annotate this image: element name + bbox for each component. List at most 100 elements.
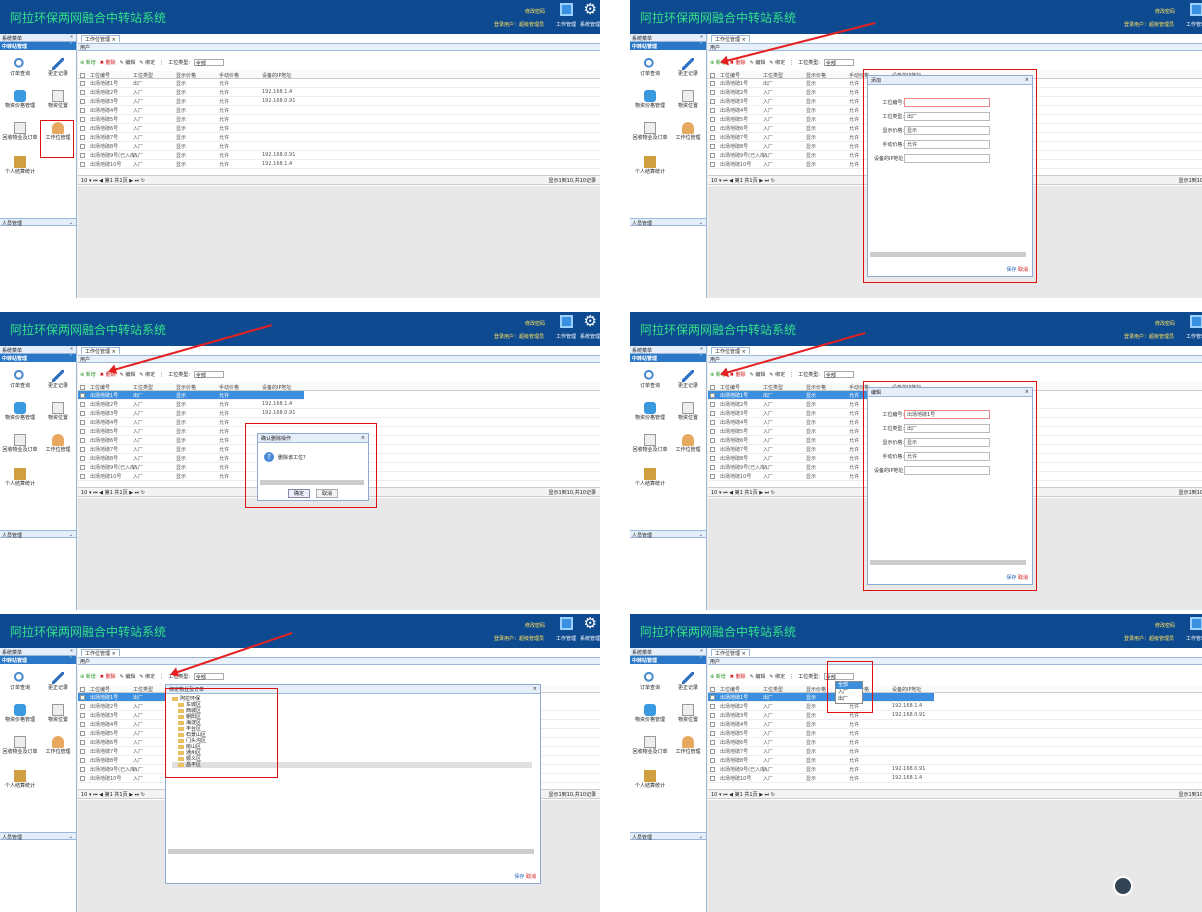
sidebar-item-1[interactable]: 更正记录 (40, 58, 76, 77)
row-checkbox[interactable] (710, 411, 715, 416)
header-checkbox[interactable] (710, 385, 715, 390)
filter-select[interactable]: 全部 (824, 59, 854, 66)
sidebar-section[interactable]: 中转站管理⌃ (630, 354, 706, 362)
table-row[interactable]: 出场地磅8号入厂显示允许 (708, 756, 1202, 765)
change-password-link[interactable]: 修改密码 (525, 622, 545, 629)
sidebar-item-2[interactable]: 物资价格管理 (632, 704, 668, 723)
cancel-button[interactable]: 取消 (526, 874, 536, 880)
work-button[interactable]: 工作管理 (1184, 3, 1202, 28)
sidebar-item-5[interactable]: 工作位管理 (40, 434, 76, 453)
collapse-icon[interactable]: « (700, 648, 703, 654)
bind-button[interactable]: ✎ 绑定 (139, 372, 155, 378)
collapse-icon[interactable]: « (70, 34, 73, 40)
edit-button[interactable]: ✎ 编辑 (120, 674, 136, 680)
chevron-up-icon[interactable]: ⌃ (699, 354, 703, 360)
row-checkbox[interactable] (80, 740, 85, 745)
column-header[interactable]: 工位编号 (720, 72, 740, 79)
system-button[interactable]: ⚙系统管理 (578, 3, 600, 28)
collapse-icon[interactable]: « (700, 34, 703, 40)
add-button[interactable]: ⊕ 新增 (80, 372, 96, 378)
sidebar-item-0[interactable]: 订单查询 (2, 58, 38, 77)
sidebar-item-2[interactable]: 物资价格管理 (2, 90, 38, 109)
row-checkbox[interactable] (710, 429, 715, 434)
row-checkbox[interactable] (710, 447, 715, 452)
table-row[interactable]: 出场地磅2号入厂显示允许192.168.1.4 (78, 88, 600, 97)
sidebar-item-6[interactable]: 个人结算统计 (632, 156, 668, 175)
column-header[interactable]: 工位类型 (133, 686, 153, 693)
sidebar-item-2[interactable]: 物资价格管理 (632, 90, 668, 109)
table-row[interactable]: 出场地磅3号入厂显示允许192.168.0.91 (708, 711, 1202, 720)
row-checkbox[interactable] (710, 144, 715, 149)
row-checkbox[interactable] (80, 731, 85, 736)
bind-button[interactable]: ✎ 绑定 (769, 674, 785, 680)
table-row[interactable]: 出场地磅1号出厂显示允许 (78, 79, 600, 88)
sidebar-item-4[interactable]: 回收物业及订单 (2, 122, 38, 141)
column-header[interactable]: 工位编号 (720, 384, 740, 391)
sidebar-item-2[interactable]: 物资价格管理 (2, 704, 38, 723)
change-password-link[interactable]: 修改密码 (525, 8, 545, 15)
sidebar-item-6[interactable]: 个人结算统计 (632, 468, 668, 487)
delete-button[interactable]: ✖ 删除 (730, 674, 746, 680)
header-checkbox[interactable] (80, 73, 85, 78)
row-checkbox[interactable] (80, 153, 85, 158)
column-header[interactable]: 显示价格 (806, 384, 826, 391)
row-checkbox[interactable] (710, 438, 715, 443)
sidebar-item-5[interactable]: 工作位管理 (40, 736, 76, 755)
row-checkbox[interactable] (80, 776, 85, 781)
sidebar-item-2[interactable]: 物资价格管理 (632, 402, 668, 421)
work-button[interactable]: 工作管理 (554, 617, 578, 642)
column-header[interactable]: 工位类型 (763, 72, 783, 79)
refresh-icon[interactable]: ↻ (771, 792, 775, 798)
tab-work-position[interactable]: 工作位管理 × (711, 347, 750, 354)
chevron-up-icon[interactable]: ⌃ (69, 42, 73, 48)
personnel-section[interactable]: 人员管理⌄ (0, 832, 76, 840)
row-checkbox[interactable] (80, 135, 85, 140)
close-icon[interactable]: × (533, 686, 537, 692)
row-checkbox[interactable] (710, 420, 715, 425)
table-row[interactable]: 出场地磅7号入厂显示允许 (78, 133, 600, 142)
edit-button[interactable]: ✎ 编辑 (750, 372, 766, 378)
sidebar-item-4[interactable]: 回收物业及订单 (632, 434, 668, 453)
sidebar-item-5[interactable]: 工作位管理 (670, 736, 706, 755)
refresh-icon[interactable]: ↻ (771, 178, 775, 184)
dialog-scrollbar[interactable] (168, 849, 534, 854)
table-row[interactable]: 出场地磅5号入厂显示允许 (78, 115, 600, 124)
column-header[interactable]: 设备的IP地址 (262, 384, 292, 391)
row-checkbox[interactable] (710, 731, 715, 736)
row-checkbox[interactable] (80, 767, 85, 772)
row-checkbox[interactable] (80, 117, 85, 122)
row-checkbox[interactable] (80, 429, 85, 434)
change-password-link[interactable]: 修改密码 (1155, 320, 1175, 327)
sidebar-item-1[interactable]: 更正记录 (40, 370, 76, 389)
work-button[interactable]: 工作管理 (554, 3, 578, 28)
column-header[interactable]: 显示价格 (176, 384, 196, 391)
row-checkbox[interactable] (710, 749, 715, 754)
tab-work-position[interactable]: 工作位管理 × (81, 649, 120, 656)
table-row[interactable]: 出场地磅2号入厂显示允许192.168.1.4 (78, 400, 600, 409)
row-checkbox[interactable] (80, 465, 85, 470)
table-row[interactable]: 出场地磅8号入厂显示允许 (78, 142, 600, 151)
column-header[interactable]: 设备的IP地址 (262, 72, 292, 79)
row-checkbox[interactable] (710, 81, 715, 86)
row-checkbox[interactable] (710, 704, 715, 709)
filter-select[interactable]: 全部 (824, 371, 854, 378)
header-checkbox[interactable] (710, 73, 715, 78)
sidebar-section[interactable]: 中转站管理⌃ (0, 656, 76, 664)
row-checkbox[interactable] (80, 704, 85, 709)
row-checkbox[interactable] (710, 126, 715, 131)
row-checkbox[interactable] (80, 90, 85, 95)
sidebar-section[interactable]: 中转站管理⌃ (630, 42, 706, 50)
row-checkbox[interactable] (80, 456, 85, 461)
table-row[interactable]: 出场地磅3号入厂显示允许192.168.0.91 (78, 409, 600, 418)
row-checkbox[interactable] (710, 402, 715, 407)
sidebar-item-4[interactable]: 回收物业及订单 (2, 736, 38, 755)
sidebar-item-1[interactable]: 更正记录 (670, 370, 706, 389)
row-checkbox[interactable] (80, 722, 85, 727)
personnel-section[interactable]: 人员管理⌄ (0, 530, 76, 538)
row-checkbox[interactable] (80, 81, 85, 86)
system-button[interactable]: ⚙系统管理 (578, 617, 600, 642)
add-button[interactable]: ⊕ 新增 (710, 674, 726, 680)
chevron-up-icon[interactable]: ⌃ (69, 656, 73, 662)
sidebar-item-6[interactable]: 个人结算统计 (2, 770, 38, 789)
edit-button[interactable]: ✎ 编辑 (120, 60, 136, 66)
